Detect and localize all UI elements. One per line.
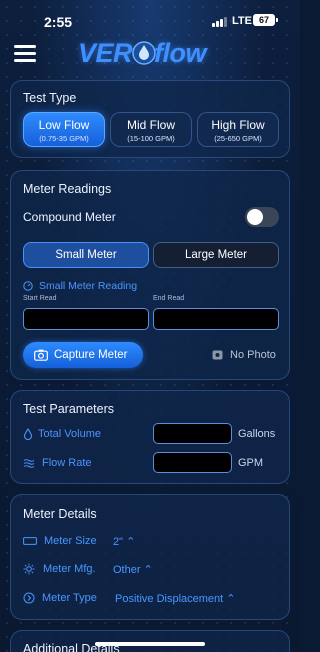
photo-icon (212, 350, 223, 360)
network-label: LTE (232, 15, 252, 27)
flow-rate-label: Flow Rate (42, 457, 92, 469)
large-meter-button[interactable]: Large Meter (153, 242, 279, 268)
test-parameters-card: Test Parameters Total Volume Gallons Flo… (10, 390, 290, 484)
meter-mfg-select[interactable]: Other ⌃ (113, 563, 153, 576)
flow-rate-input[interactable] (153, 452, 232, 473)
small-meter-button[interactable]: Small Meter (23, 242, 149, 268)
end-read-label: End Read (153, 295, 185, 302)
meter-details-card: Meter Details Meter Size 2" ⌃ Meter Mfg.… (10, 494, 290, 620)
low-flow-range: (0.75-35 GPM) (39, 134, 89, 143)
compound-meter-label: Compound Meter (23, 210, 116, 224)
meter-readings-card: Meter Readings Compound Meter Small Mete… (10, 170, 290, 380)
gpm-unit: GPM (238, 457, 264, 469)
meter-size-label: Meter Size (44, 535, 97, 547)
high-flow-option[interactable]: High Flow (25-650 GPM) (197, 112, 279, 147)
toggle-knob (247, 209, 263, 225)
compound-meter-toggle[interactable] (245, 207, 279, 227)
water-drop-logo-icon (132, 41, 156, 65)
chevron-updown-icon: ⌃ (226, 593, 236, 605)
status-time: 2:55 (44, 14, 73, 30)
capture-meter-button[interactable]: Capture Meter (23, 342, 143, 368)
start-read-input[interactable] (23, 308, 149, 330)
battery-icon: 67 (253, 14, 278, 26)
total-volume-input[interactable] (153, 423, 232, 444)
low-flow-option[interactable]: Low Flow (0.75-35 GPM) (23, 112, 105, 147)
chevron-updown-icon: ⌃ (143, 564, 153, 576)
app-header: VER flow (0, 34, 300, 74)
high-flow-range: (25-650 GPM) (214, 134, 262, 143)
meter-size-select[interactable]: 2" ⌃ (113, 535, 135, 548)
factory-icon (23, 563, 35, 575)
waves-icon (23, 459, 35, 468)
gauge-icon (23, 281, 33, 291)
no-photo-label: No Photo (230, 349, 276, 361)
high-flow-label: High Flow (211, 118, 265, 132)
low-flow-label: Low Flow (38, 118, 90, 132)
ruler-icon (23, 537, 37, 545)
hamburger-menu-icon[interactable] (14, 44, 38, 62)
meter-type-icon (23, 592, 35, 604)
capture-meter-label: Capture Meter (54, 349, 128, 361)
camera-icon (34, 349, 48, 361)
mid-flow-option[interactable]: Mid Flow (15-100 GPM) (110, 112, 192, 147)
meter-details-title: Meter Details (23, 507, 97, 521)
test-type-title: Test Type (23, 91, 77, 105)
meter-type-label: Meter Type (42, 592, 97, 604)
mid-flow-range: (15-100 GPM) (127, 134, 175, 143)
logo-text-left: VER (78, 38, 133, 68)
home-indicator[interactable] (95, 642, 205, 646)
veroflow-logo: VER flow (78, 38, 228, 70)
signal-icon (212, 17, 228, 27)
total-volume-label: Total Volume (38, 428, 101, 440)
app-screen: 2:55 LTE 67 VER flow Test Type Low Flow … (0, 0, 300, 652)
meter-mfg-value: Other (113, 564, 141, 576)
meter-readings-title: Meter Readings (23, 182, 112, 196)
small-meter-reading-label: Small Meter Reading (39, 280, 138, 292)
chevron-updown-icon: ⌃ (126, 536, 136, 548)
test-parameters-title: Test Parameters (23, 402, 115, 416)
meter-type-value: Positive Displacement (115, 593, 224, 605)
additional-details-card: Additional Details (10, 630, 290, 652)
gallons-unit: Gallons (238, 428, 276, 440)
end-read-input[interactable] (153, 308, 279, 330)
test-type-card: Test Type Low Flow (0.75-35 GPM) Mid Flo… (10, 80, 290, 158)
meter-type-select[interactable]: Positive Displacement ⌃ (115, 592, 236, 605)
mid-flow-label: Mid Flow (126, 118, 175, 132)
drop-icon (23, 428, 33, 440)
meter-size-value: 2" (113, 536, 124, 548)
status-bar: 2:55 LTE 67 (0, 0, 300, 36)
logo-text-right: flow (154, 38, 207, 68)
start-read-label: Start Read (23, 295, 57, 302)
meter-mfg-label: Meter Mfg. (43, 563, 96, 575)
